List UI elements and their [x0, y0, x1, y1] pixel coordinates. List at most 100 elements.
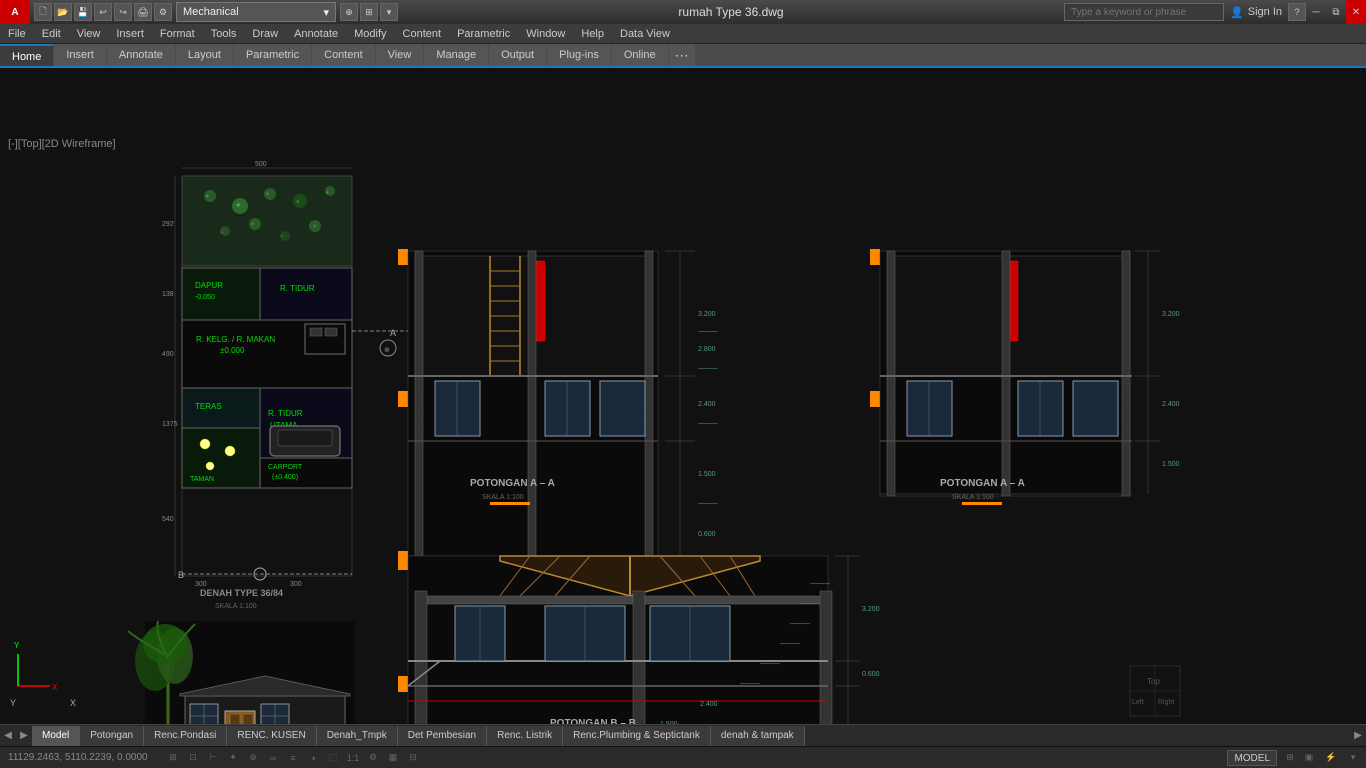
save-icon[interactable]: 💾: [74, 3, 92, 21]
svg-text:✦: ✦: [235, 201, 242, 210]
annotation-visibility[interactable]: ▦: [384, 749, 402, 767]
tab-nav-prev[interactable]: ◀: [0, 725, 16, 747]
tab-nav-next[interactable]: ▶: [16, 725, 32, 747]
transparency-toggle[interactable]: ◑: [304, 749, 322, 767]
undo-icon[interactable]: ↩: [94, 3, 112, 21]
help-icon[interactable]: ?: [1288, 3, 1306, 21]
sheet-tab-det-pembesian[interactable]: Det Pembesian: [398, 726, 487, 746]
grid-toggle[interactable]: ⊞: [164, 749, 182, 767]
sheet-tab-renc-plumbing[interactable]: Renc.Plumbing & Septictank: [563, 726, 711, 746]
cad-drawing: ✦ ✦ ✦ ✦ ✦ ✦ ✦ ✦ ✦ DAPUR -0.050 R. TIDUR …: [0, 68, 1366, 724]
tab-more[interactable]: ⋯: [669, 44, 695, 66]
tab-annotate[interactable]: Annotate: [107, 44, 175, 66]
tab-layout[interactable]: Layout: [176, 44, 233, 66]
sheet-tab-denah-tmpk[interactable]: Denah_Tmpk: [317, 726, 398, 746]
canvas-area[interactable]: [-][Top][2D Wireframe] ✦ ✦ ✦ ✦ ✦ ✦ ✦ ✦ ✦…: [0, 68, 1366, 724]
polar-toggle[interactable]: ✦: [224, 749, 242, 767]
tab-home[interactable]: Home: [0, 44, 53, 66]
tab-output[interactable]: Output: [489, 44, 546, 66]
print-icon[interactable]: 🖨: [134, 3, 152, 21]
menu-annotate[interactable]: Annotate: [286, 24, 346, 44]
nav2-icon[interactable]: ⊞: [360, 3, 378, 21]
search-input[interactable]: [1064, 3, 1224, 21]
settings-icon[interactable]: ⚙: [154, 3, 172, 21]
menu-file[interactable]: File: [0, 24, 34, 44]
sign-in-button[interactable]: 👤 Sign In: [1230, 6, 1282, 19]
svg-text:X: X: [52, 683, 58, 692]
svg-text:✦: ✦: [312, 223, 317, 230]
tab-content[interactable]: Content: [312, 44, 375, 66]
menu-tools[interactable]: Tools: [203, 24, 245, 44]
svg-text:POTONGAN B – B: POTONGAN B – B: [550, 718, 636, 724]
tab-online[interactable]: Online: [612, 44, 668, 66]
snap-toggle[interactable]: ⊡: [184, 749, 202, 767]
otrack-toggle[interactable]: ∞: [264, 749, 282, 767]
menu-data-view[interactable]: Data View: [612, 24, 678, 44]
tab-scroll-right[interactable]: ▶: [1350, 725, 1366, 747]
svg-text:-0.050: -0.050: [195, 294, 215, 301]
svg-text:────: ────: [789, 621, 810, 628]
tab-plugins[interactable]: Plug-ins: [547, 44, 611, 66]
isolate-objects[interactable]: ⊟: [404, 749, 422, 767]
tab-manage[interactable]: Manage: [424, 44, 488, 66]
redo-icon[interactable]: ↪: [114, 3, 132, 21]
osnap-toggle[interactable]: ⊕: [244, 749, 262, 767]
view-icons: ⊞ ▣: [1281, 749, 1318, 767]
svg-text:540: 540: [162, 516, 174, 523]
svg-text:3.200: 3.200: [1162, 311, 1180, 318]
workspace-dropdown[interactable]: Mechanical ▾: [176, 2, 336, 22]
menu-draw[interactable]: Draw: [244, 24, 286, 44]
close-button[interactable]: ✕: [1346, 0, 1366, 24]
new-icon[interactable]: 🗋: [34, 3, 52, 21]
svg-text:0.600: 0.600: [698, 531, 716, 538]
model-badge[interactable]: MODEL: [1227, 750, 1277, 766]
sheet-tab-renc-listrik[interactable]: Renc. Listrik: [487, 726, 563, 746]
workspace-icon[interactable]: ⚙: [364, 749, 382, 767]
sheet-tab-renc-kusen[interactable]: RENC. KUSEN: [227, 726, 316, 746]
hardware-acceleration[interactable]: ⚡: [1322, 749, 1340, 767]
sheet-tab-renc-pondasi[interactable]: Renc.Pondasi: [144, 726, 227, 746]
menu-help[interactable]: Help: [573, 24, 612, 44]
restore-button[interactable]: ⧉: [1326, 0, 1346, 24]
viewport-view-2[interactable]: ▣: [1300, 749, 1318, 767]
sheet-tab-model[interactable]: Model: [32, 726, 80, 746]
lineweight-toggle[interactable]: ≡: [284, 749, 302, 767]
app-icon[interactable]: A: [0, 0, 30, 24]
menu-edit[interactable]: Edit: [34, 24, 69, 44]
menu-modify[interactable]: Modify: [346, 24, 394, 44]
svg-text:────: ────: [697, 421, 718, 428]
svg-text:500: 500: [255, 161, 267, 168]
customize-status[interactable]: ▾: [1344, 749, 1362, 767]
menu-insert[interactable]: Insert: [108, 24, 152, 44]
sheet-tab-denah-tampak[interactable]: denah & tampak: [711, 726, 805, 746]
menu-format[interactable]: Format: [152, 24, 203, 44]
svg-text:292: 292: [162, 221, 174, 228]
svg-text:Top: Top: [1147, 677, 1160, 686]
ortho-toggle[interactable]: ⊢: [204, 749, 222, 767]
selection-toggle[interactable]: ⬚: [324, 749, 342, 767]
sheet-tabs: ◀ ▶ Model Potongan Renc.Pondasi RENC. KU…: [0, 724, 1366, 746]
svg-text:±0.000: ±0.000: [220, 346, 245, 355]
open-icon[interactable]: 📂: [54, 3, 72, 21]
nav3-icon[interactable]: ▾: [380, 3, 398, 21]
svg-text:490: 490: [162, 351, 174, 358]
minimize-button[interactable]: ─: [1306, 0, 1326, 24]
svg-text:1375: 1375: [162, 421, 178, 428]
tab-insert[interactable]: Insert: [54, 44, 106, 66]
3d-nav-icon[interactable]: ⊕: [340, 3, 358, 21]
menu-parametric[interactable]: Parametric: [449, 24, 518, 44]
ribbon-tab-bar: Home Insert Annotate Layout Parametric C…: [0, 44, 1366, 68]
svg-text:SKALA 1:100: SKALA 1:100: [952, 494, 994, 501]
annotation-scale[interactable]: 1:1: [344, 749, 362, 767]
svg-text:R. KELG. / R. MAKAN: R. KELG. / R. MAKAN: [196, 335, 275, 344]
menu-view[interactable]: View: [69, 24, 109, 44]
sheet-tab-potongan[interactable]: Potongan: [80, 726, 144, 746]
tab-parametric[interactable]: Parametric: [234, 44, 311, 66]
tab-view[interactable]: View: [376, 44, 424, 66]
menu-window[interactable]: Window: [518, 24, 573, 44]
viewport-view-1[interactable]: ⊞: [1281, 749, 1299, 767]
svg-text:────: ────: [697, 329, 718, 336]
svg-text:3.200: 3.200: [862, 606, 880, 613]
menu-content[interactable]: Content: [395, 24, 450, 44]
status-bar: 11129.2463, 5110.2239, 0.0000 ⊞ ⊡ ⊢ ✦ ⊕ …: [0, 746, 1366, 768]
